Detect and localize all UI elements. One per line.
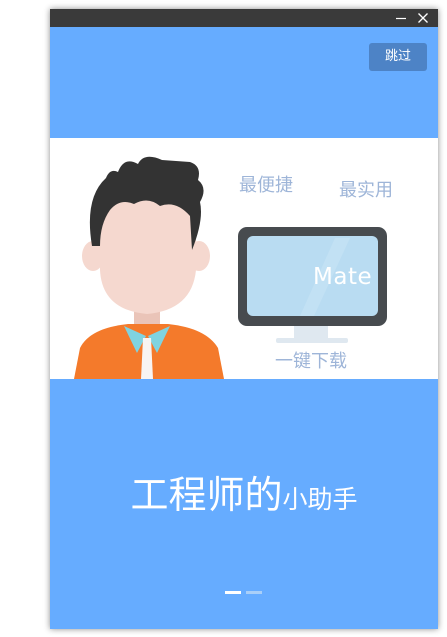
tagline: 工程师的小助手 bbox=[50, 464, 438, 519]
monitor-screen-text: Mate bbox=[313, 264, 373, 290]
monitor-neck bbox=[294, 326, 328, 338]
page-indicator bbox=[225, 591, 265, 595]
page-dot-2[interactable] bbox=[246, 591, 262, 594]
close-icon bbox=[418, 13, 428, 23]
tie bbox=[141, 338, 153, 379]
minimize-button[interactable] bbox=[392, 9, 410, 27]
feature-label-convenient: 最便捷 bbox=[239, 175, 293, 196]
title-bar bbox=[50, 9, 438, 27]
intro-illustration: 最便捷 最实用 一键下载 Mate bbox=[50, 138, 438, 379]
tagline-main: 工程师的 bbox=[130, 473, 283, 517]
close-button[interactable] bbox=[414, 9, 432, 27]
page-dot-1[interactable] bbox=[225, 591, 241, 594]
tagline-sub: 小助手 bbox=[282, 485, 358, 514]
minimize-icon bbox=[396, 17, 406, 20]
feature-label-one-click-download: 一键下载 bbox=[275, 351, 347, 372]
monitor-base bbox=[276, 338, 348, 343]
guide-window: 跳过 最便捷 最实用 一键下载 Mate 工程师的小助手 bbox=[50, 9, 438, 629]
feature-label-practical: 最实用 bbox=[339, 180, 393, 201]
skip-button[interactable]: 跳过 bbox=[369, 43, 427, 71]
